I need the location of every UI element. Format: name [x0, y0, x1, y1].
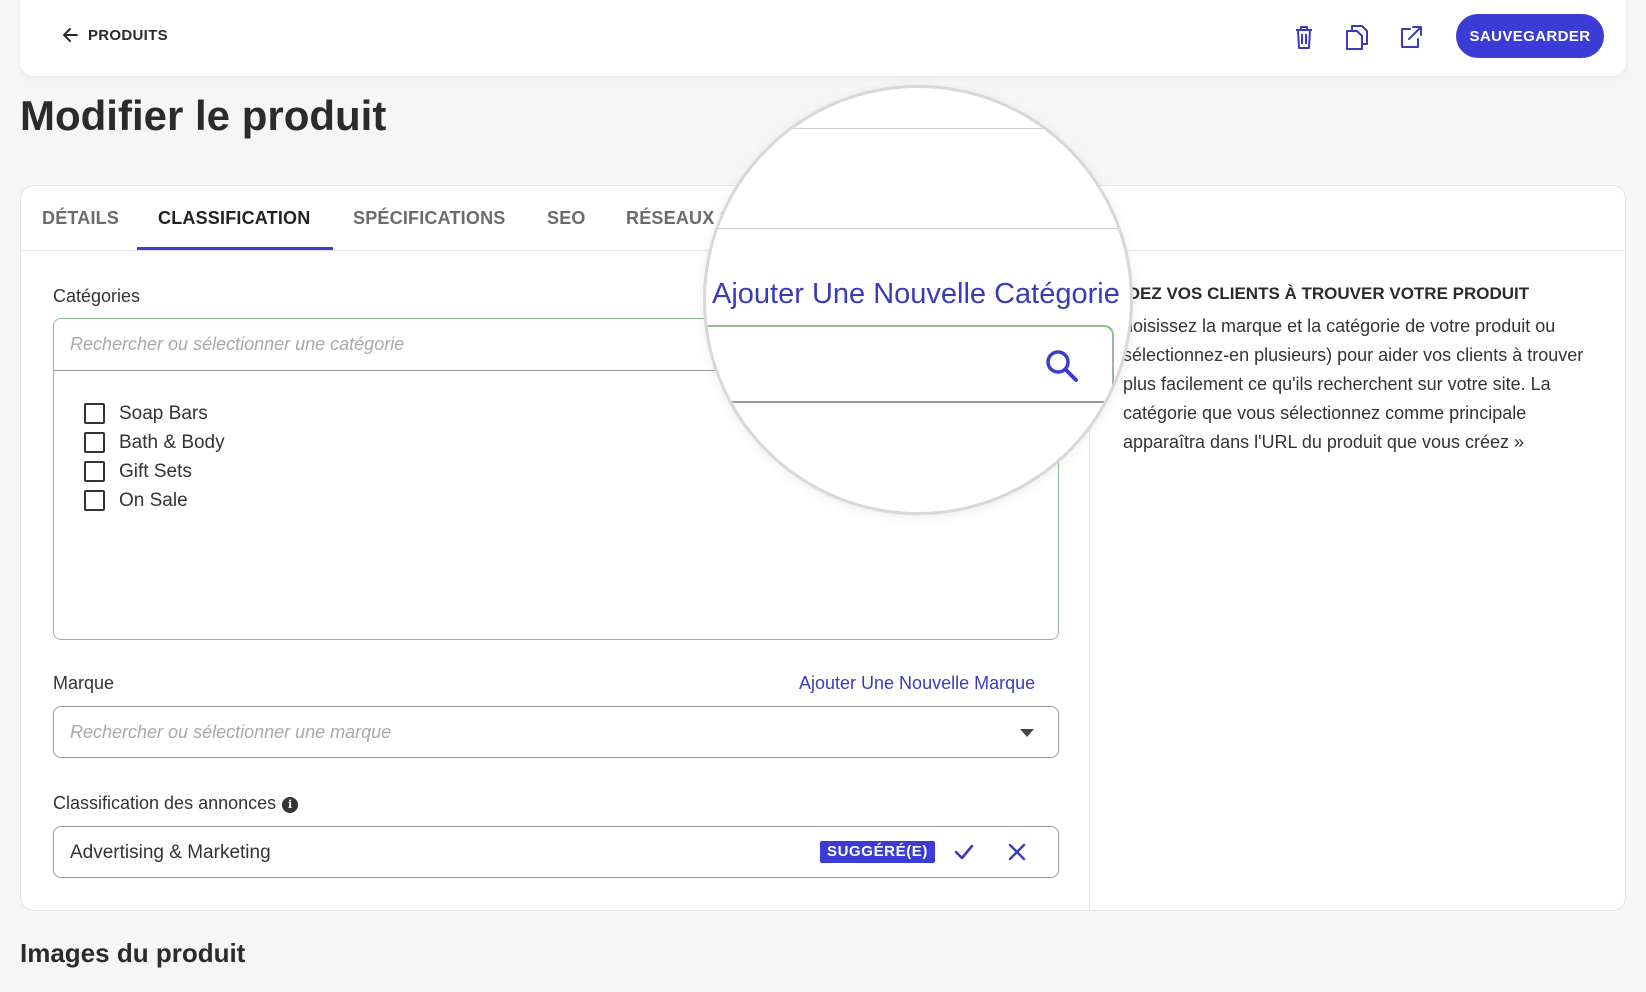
- help-text: hoisissez la marque et la catégorie de v…: [1123, 316, 1584, 452]
- back-label: PRODUITS: [88, 26, 168, 44]
- category-item-label: Gift Sets: [119, 460, 192, 482]
- category-item-label: Soap Bars: [119, 402, 208, 424]
- magnifier-overlay: Ajouter Une Nouvelle Catégorie: [703, 85, 1133, 515]
- category-item-bath-body[interactable]: Bath & Body: [84, 428, 225, 457]
- magnifier-divider: [706, 128, 1130, 129]
- tab-specifications[interactable]: SPÉCIFICATIONS: [353, 208, 505, 229]
- checkbox[interactable]: [84, 461, 105, 482]
- brand-select[interactable]: Rechercher ou sélectionner une marque: [53, 706, 1059, 758]
- tab-details[interactable]: DÉTAILS: [42, 208, 119, 229]
- arrow-left-icon: [63, 28, 78, 42]
- category-item-label: On Sale: [119, 489, 188, 511]
- page-title: Modifier le produit: [20, 92, 387, 139]
- ad-classification-field[interactable]: Advertising & Marketing SUGGÉRÉ(E): [53, 826, 1059, 878]
- add-brand-link[interactable]: Ajouter Une Nouvelle Marque: [799, 673, 1035, 694]
- ad-classification-label-text: Classification des annonces: [53, 793, 277, 813]
- category-list: Soap Bars Bath & Body Gift Sets On Sale: [84, 399, 225, 515]
- external-link-icon[interactable]: [1397, 22, 1425, 52]
- brand-label: Marque: [53, 673, 115, 693]
- ad-classification-value: Advertising & Marketing: [70, 842, 271, 863]
- help-panel: IDEZ VOS CLIENTS À TROUVER VOTRE PRODUIT…: [1123, 284, 1593, 457]
- magnifier-divider: [706, 228, 1130, 229]
- duplicate-icon[interactable]: [1343, 22, 1371, 52]
- search-icon[interactable]: [1044, 348, 1080, 384]
- tab-classification[interactable]: CLASSIFICATION: [158, 208, 310, 229]
- info-icon[interactable]: i: [282, 797, 299, 813]
- category-item-gift-sets[interactable]: Gift Sets: [84, 457, 225, 486]
- category-item-on-sale[interactable]: On Sale: [84, 486, 225, 515]
- active-tab-indicator: [137, 247, 333, 250]
- categories-label: Catégories: [53, 286, 141, 306]
- tab-seo[interactable]: SEO: [547, 208, 586, 229]
- caret-down-icon: [1020, 729, 1034, 737]
- back-button[interactable]: PRODUITS: [60, 25, 168, 45]
- check-icon[interactable]: [951, 839, 977, 865]
- checkbox[interactable]: [84, 490, 105, 511]
- close-icon[interactable]: [1004, 839, 1030, 865]
- images-section-title: Images du produit: [20, 938, 246, 968]
- ad-classification-label: Classification des annonces i: [53, 793, 299, 814]
- suggested-badge: SUGGÉRÉ(E): [820, 841, 936, 863]
- category-item-label: Bath & Body: [119, 431, 225, 453]
- help-title: IDEZ VOS CLIENTS À TROUVER VOTRE PRODUIT: [1123, 284, 1530, 303]
- checkbox[interactable]: [84, 432, 105, 453]
- checkbox[interactable]: [84, 403, 105, 424]
- add-category-link[interactable]: Ajouter Une Nouvelle Catégorie: [712, 278, 1120, 311]
- brand-select-placeholder: Rechercher ou sélectionner une marque: [70, 722, 392, 742]
- trash-icon[interactable]: [1290, 22, 1318, 52]
- save-button[interactable]: SAUVEGARDER: [1456, 14, 1604, 58]
- category-item-soap-bars[interactable]: Soap Bars: [84, 399, 225, 428]
- top-bar: PRODUITS SAUVEGARDER: [20, 0, 1626, 76]
